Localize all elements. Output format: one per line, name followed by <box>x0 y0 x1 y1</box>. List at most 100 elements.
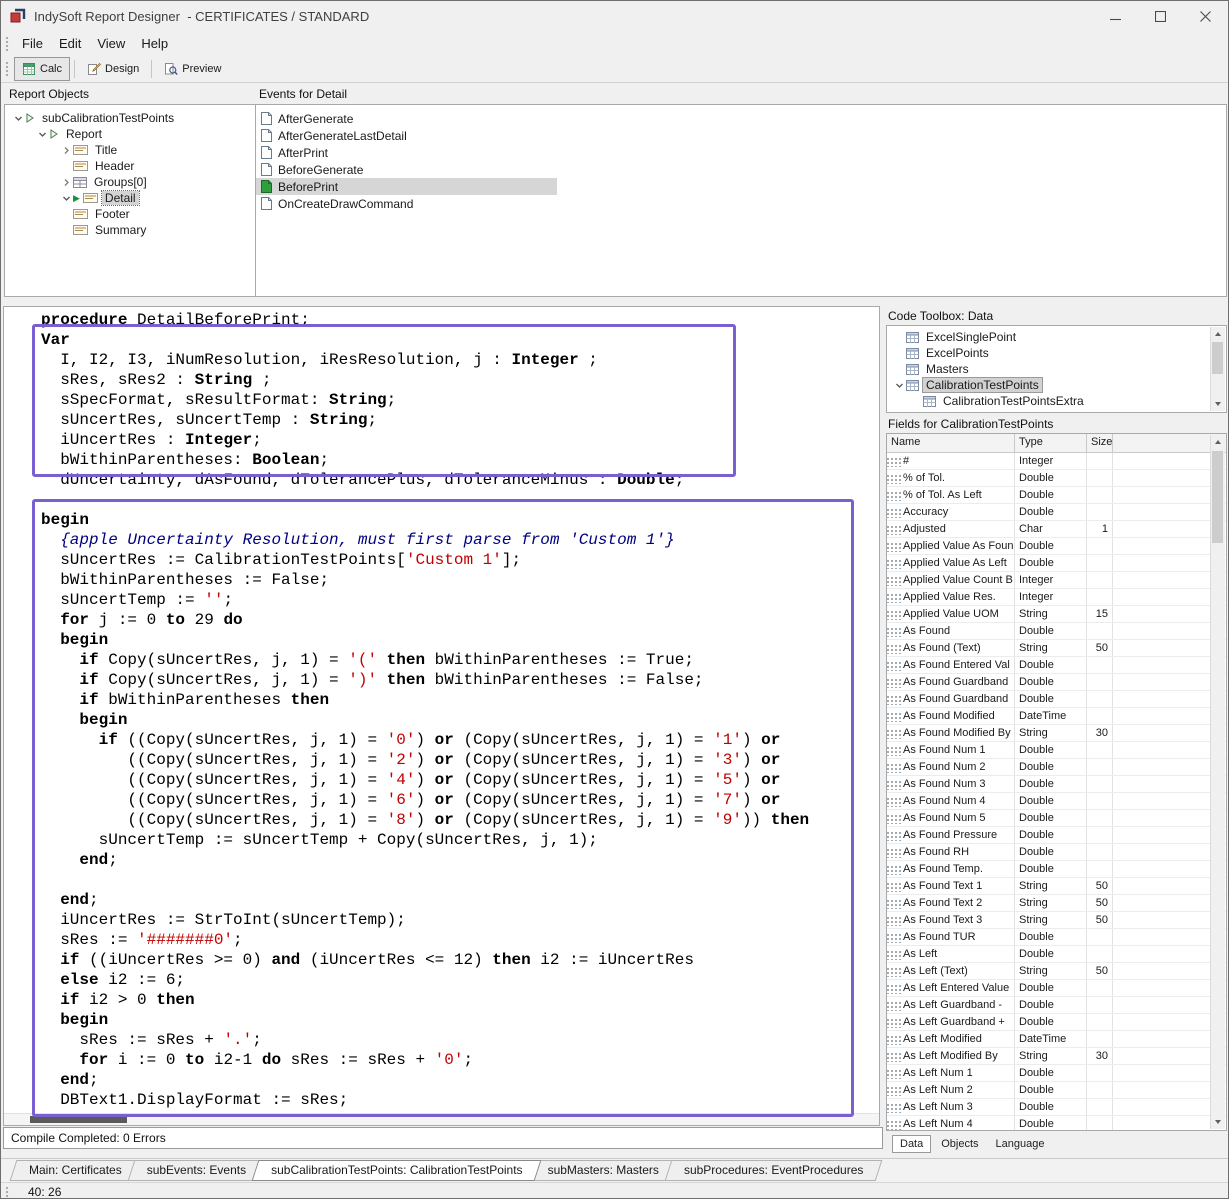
drag-handle-icon[interactable] <box>887 1034 901 1045</box>
menu-help[interactable]: Help <box>133 33 176 54</box>
code-line[interactable]: end; <box>41 890 879 910</box>
field-row[interactable]: As Left Modified ByString30 <box>887 1048 1226 1065</box>
code-line[interactable]: ((Copy(sUncertRes, j, 1) = '6') or (Copy… <box>41 790 879 810</box>
code-line[interactable]: if Copy(sUncertRes, j, 1) = ')' then bWi… <box>41 670 879 690</box>
field-row[interactable]: As Left Num 1Double <box>887 1065 1226 1082</box>
field-row[interactable]: As Left Num 2Double <box>887 1082 1226 1099</box>
field-row[interactable]: As Found Num 5Double <box>887 810 1226 827</box>
code-line[interactable]: Var <box>41 330 879 350</box>
report-tree-item[interactable]: Report <box>5 126 255 142</box>
field-row[interactable]: AccuracyDouble <box>887 504 1226 521</box>
field-row[interactable]: As Found Text 2String50 <box>887 895 1226 912</box>
drag-handle-icon[interactable] <box>887 898 901 909</box>
code-line[interactable]: if ((iUncertRes >= 0) and (iUncertRes <=… <box>41 950 879 970</box>
field-row[interactable]: As Found (Text)String50 <box>887 640 1226 657</box>
drag-handle-icon[interactable] <box>887 830 901 841</box>
code-line[interactable]: iUncertRes : Integer; <box>41 430 879 450</box>
code-line[interactable]: bWithinParentheses := False; <box>41 570 879 590</box>
scroll-up-button[interactable] <box>1211 435 1224 449</box>
drag-handle-icon[interactable] <box>887 660 901 671</box>
field-row[interactable]: As Found Entered ValDouble <box>887 657 1226 674</box>
event-item[interactable]: AfterGenerateLastDetail <box>256 127 557 144</box>
field-row[interactable]: As Found Num 4Double <box>887 793 1226 810</box>
drag-handle-icon[interactable] <box>887 694 901 705</box>
drag-handle-icon[interactable] <box>887 1051 901 1062</box>
field-row[interactable]: As Found Text 3String50 <box>887 912 1226 929</box>
drag-handle-icon[interactable] <box>887 575 901 586</box>
field-row[interactable]: As Left Guardband -Double <box>887 997 1226 1014</box>
drag-handle-icon[interactable] <box>887 779 901 790</box>
scroll-up-button[interactable] <box>1211 327 1224 341</box>
drag-handle-icon[interactable] <box>887 524 901 535</box>
drag-handle-icon[interactable] <box>887 966 901 977</box>
code-line[interactable]: procedure DetailBeforePrint; <box>41 310 879 330</box>
event-item[interactable]: AfterPrint <box>256 144 557 161</box>
code-line[interactable]: sRes := '#######0'; <box>41 930 879 950</box>
drag-handle-icon[interactable] <box>887 847 901 858</box>
scrollbar-thumb[interactable] <box>1212 342 1223 374</box>
drag-handle-icon[interactable] <box>887 456 901 467</box>
field-row[interactable]: As FoundDouble <box>887 623 1226 640</box>
menu-file[interactable]: File <box>14 33 51 54</box>
code-line[interactable]: ((Copy(sUncertRes, j, 1) = '8') or (Copy… <box>41 810 879 830</box>
report-tree-item[interactable]: Summary <box>5 222 255 238</box>
code-line[interactable] <box>41 490 879 510</box>
report-tree-item[interactable]: Header <box>5 158 255 174</box>
drag-handle-icon[interactable] <box>887 626 901 637</box>
event-item[interactable]: AfterGenerate <box>256 110 557 127</box>
toolbox-item[interactable]: CalibrationTestPointsExtra <box>887 393 1226 409</box>
field-row[interactable]: As Found RHDouble <box>887 844 1226 861</box>
drag-handle-icon[interactable] <box>887 609 901 620</box>
code-line[interactable]: sRes := sRes + '.'; <box>41 1030 879 1050</box>
drag-handle-icon[interactable] <box>887 1085 901 1096</box>
field-row[interactable]: Applied Value Count BInteger <box>887 572 1226 589</box>
scrollbar-thumb[interactable] <box>1212 451 1223 543</box>
drag-handle-icon[interactable] <box>887 711 901 722</box>
code-line[interactable]: for j := 0 to 29 do <box>41 610 879 630</box>
drag-handle-icon[interactable] <box>887 677 901 688</box>
code-line[interactable]: I, I2, I3, iNumResolution, iResResolutio… <box>41 350 879 370</box>
expand-chevron-icon[interactable] <box>59 178 73 187</box>
drag-handle-icon[interactable] <box>887 507 901 518</box>
field-row[interactable]: As Left Num 4Double <box>887 1116 1226 1131</box>
field-row[interactable]: As Found GuardbandDouble <box>887 691 1226 708</box>
field-row[interactable]: AdjustedChar1 <box>887 521 1226 538</box>
toolbox-item[interactable]: CalibrationTestPoints <box>887 377 1226 393</box>
toolbox-item[interactable]: ExcelPoints <box>887 345 1226 361</box>
drag-handle-icon[interactable] <box>887 745 901 756</box>
field-row[interactable]: As Found ModifiedDateTime <box>887 708 1226 725</box>
close-button[interactable] <box>1183 1 1228 31</box>
drag-handle-icon[interactable] <box>887 728 901 739</box>
minimize-button[interactable] <box>1093 1 1138 31</box>
expand-chevron-icon[interactable] <box>59 146 73 155</box>
collapse-chevron-icon[interactable] <box>35 130 49 139</box>
scrollbar-thumb[interactable] <box>30 1116 127 1123</box>
drag-handle-icon[interactable] <box>887 1000 901 1011</box>
field-row[interactable]: #Integer <box>887 453 1226 470</box>
drag-handle-icon[interactable] <box>887 762 901 773</box>
event-item[interactable]: BeforeGenerate <box>256 161 557 178</box>
drag-handle-icon[interactable] <box>887 1068 901 1079</box>
tab-design[interactable]: Design <box>79 57 147 81</box>
drag-handle-icon[interactable] <box>887 949 901 960</box>
code-line[interactable]: sSpecFormat, sResultFormat: String; <box>41 390 879 410</box>
drag-handle-icon[interactable] <box>887 558 901 569</box>
drag-handle-icon[interactable] <box>887 490 901 501</box>
field-row[interactable]: As Found Num 2Double <box>887 759 1226 776</box>
drag-handle-icon[interactable] <box>887 983 901 994</box>
document-tab[interactable]: subCalibrationTestPoints: CalibrationTes… <box>255 1160 538 1181</box>
toolbox-tab-objects[interactable]: Objects <box>934 1136 985 1152</box>
document-tab[interactable]: subEvents: Events <box>131 1160 262 1181</box>
code-line[interactable]: begin <box>41 510 879 530</box>
code-line[interactable]: sUncertTemp := ''; <box>41 590 879 610</box>
scroll-down-button[interactable] <box>1211 397 1224 411</box>
field-row[interactable]: As Found PressureDouble <box>887 827 1226 844</box>
field-row[interactable]: Applied Value As FounDouble <box>887 538 1226 555</box>
field-row[interactable]: As Left ModifiedDateTime <box>887 1031 1226 1048</box>
tab-preview[interactable]: Preview <box>156 57 229 81</box>
report-tree-item[interactable]: subCalibrationTestPoints <box>5 110 255 126</box>
field-row[interactable]: % of Tol. As LeftDouble <box>887 487 1226 504</box>
toolbox-item[interactable]: Masters <box>887 361 1226 377</box>
drag-handle-icon[interactable] <box>887 1102 901 1113</box>
menu-grip[interactable] <box>5 36 10 52</box>
